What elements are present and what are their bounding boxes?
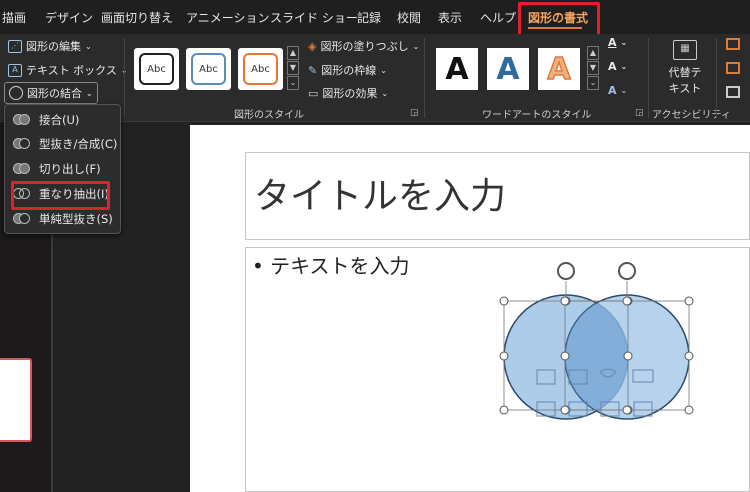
merge-fragment-item[interactable]: 切り出し(F) (13, 161, 101, 177)
highlight-box-intersect (11, 181, 110, 210)
merge-combine-label: 型抜き/合成(C) (39, 137, 118, 151)
merge-fragment-label: 切り出し(F) (39, 162, 101, 176)
merge-union-item[interactable]: 接合(U) (13, 112, 79, 128)
merge-subtract-item[interactable]: 単純型抜き(S) (13, 211, 113, 227)
combine-icon (13, 137, 31, 151)
selected-circles[interactable] (0, 0, 750, 492)
union-icon (13, 113, 31, 127)
merge-union-label: 接合(U) (39, 113, 80, 127)
fragment-icon (13, 162, 31, 176)
subtract-icon (13, 212, 31, 226)
merge-shapes-menu: 接合(U) 型抜き/合成(C) 切り出し(F) 重なり抽出(I) 単純型抜き(S… (4, 104, 121, 234)
merge-combine-item[interactable]: 型抜き/合成(C) (13, 136, 117, 152)
merge-subtract-label: 単純型抜き(S) (39, 212, 113, 226)
